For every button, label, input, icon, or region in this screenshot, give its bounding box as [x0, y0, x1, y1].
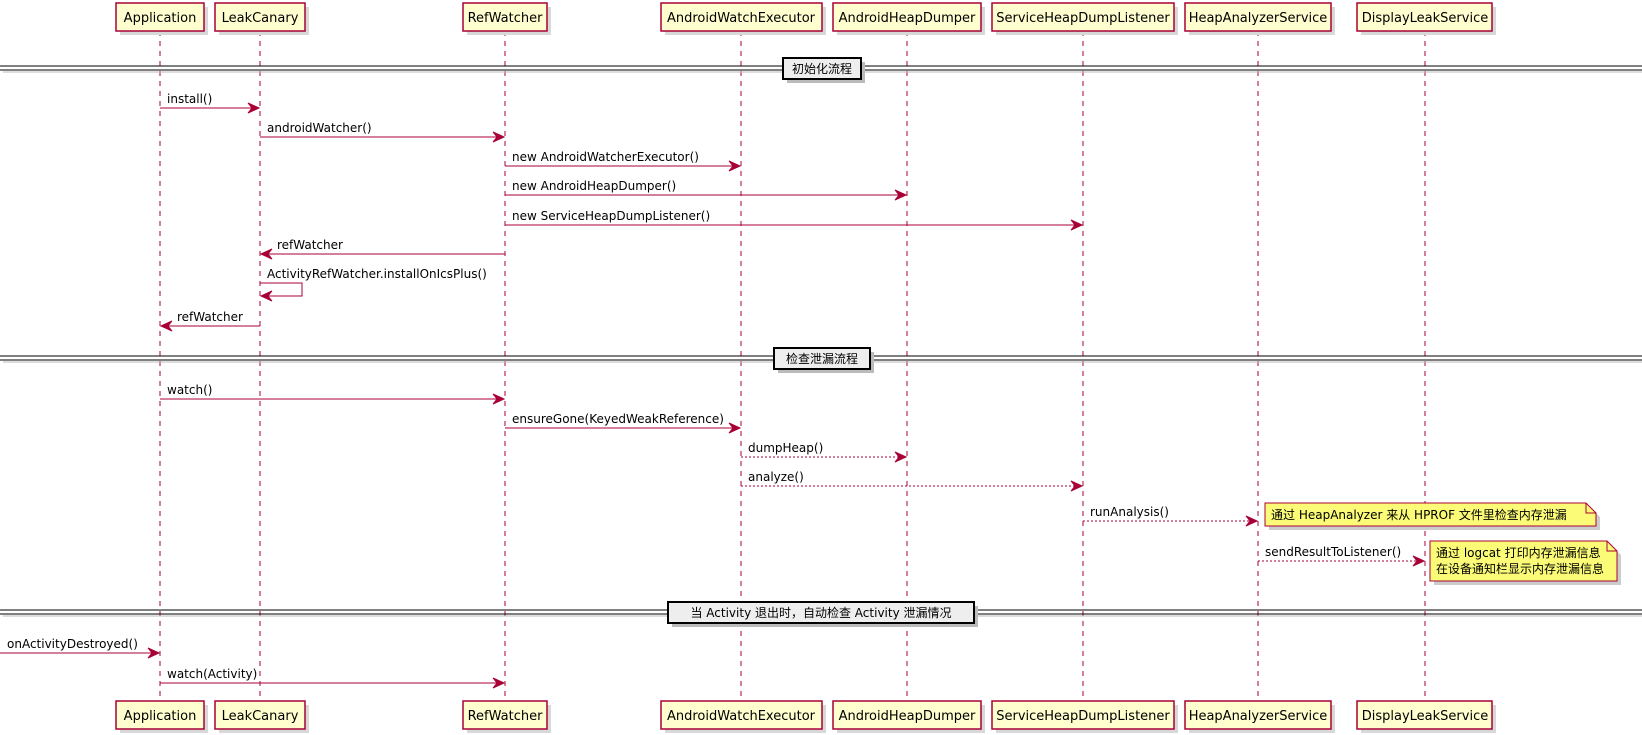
message[interactable]: dumpHeap(): [741, 441, 908, 463]
message-label: sendResultToListener(): [1265, 545, 1401, 559]
note: 通过 logcat 打印内存泄漏信息在设备通知栏显示内存泄漏信息: [1429, 540, 1621, 585]
participant-label: HeapAnalyzerService: [1189, 709, 1328, 724]
message[interactable]: analyze(): [741, 470, 1084, 492]
message[interactable]: sendResultToListener(): [1258, 545, 1426, 567]
section-divider: 当 Activity 退出时，自动检查 Activity 泄漏情况: [0, 601, 1642, 627]
message[interactable]: new AndroidWatcherExecutor(): [505, 150, 742, 172]
message-label: dumpHeap(): [748, 441, 823, 455]
participant-displayleakservice-bottom[interactable]: DisplayLeakService: [1356, 700, 1496, 733]
participant-label: RefWatcher: [468, 11, 543, 26]
participant-label: Application: [124, 11, 197, 26]
participants-bottom: Application LeakCanary RefWatcher AndroidWa…: [115, 700, 1496, 733]
divider-label: 检查泄漏流程: [786, 351, 858, 366]
note-text: 通过 logcat 打印内存泄漏信息: [1436, 545, 1601, 560]
message-label: androidWatcher(): [267, 121, 372, 135]
participants-top: Application LeakCanary RefWatcher AndroidWa…: [115, 2, 1496, 35]
participant-label: ServiceHeapDumpListener: [996, 709, 1170, 724]
participant-label: HeapAnalyzerService: [1189, 11, 1328, 26]
message[interactable]: onActivityDestroyed(): [0, 637, 161, 659]
participant-androidwatchexecutor-bottom[interactable]: AndroidWatchExecutor: [660, 700, 826, 733]
message-label: ActivityRefWatcher.installOnIcsPlus(): [267, 267, 487, 281]
message-label: analyze(): [748, 470, 804, 484]
message-label: refWatcher: [277, 238, 343, 252]
message-label: watch(Activity): [167, 667, 257, 681]
sequence-diagram: 初始化流程检查泄漏流程当 Activity 退出时，自动检查 Activity …: [0, 2, 1642, 733]
message-label: new AndroidWatcherExecutor(): [512, 150, 699, 164]
participant-label: AndroidWatchExecutor: [667, 11, 816, 26]
message-label: new AndroidHeapDumper(): [512, 179, 676, 193]
participant-label: AndroidHeapDumper: [839, 11, 976, 26]
participant-label: AndroidHeapDumper: [839, 709, 976, 724]
messages: install() androidWatcher() new AndroidWatc…: [0, 92, 1426, 689]
participant-label: ServiceHeapDumpListener: [996, 11, 1170, 26]
message[interactable]: refWatcher: [259, 238, 505, 260]
participant-label: DisplayLeakService: [1362, 11, 1488, 26]
message[interactable]: install(): [160, 92, 261, 114]
divider-label: 初始化流程: [792, 61, 852, 76]
message-label: new ServiceHeapDumpListener(): [512, 209, 710, 223]
participant-label: RefWatcher: [468, 709, 543, 724]
participant-androidheapdumper-top[interactable]: AndroidHeapDumper: [832, 2, 985, 35]
message[interactable]: watch(): [160, 383, 506, 405]
participant-application-bottom[interactable]: Application: [115, 700, 208, 733]
divider-label: 当 Activity 退出时，自动检查 Activity 泄漏情况: [690, 605, 951, 620]
participant-label: AndroidWatchExecutor: [667, 709, 816, 724]
participant-displayleakservice-top[interactable]: DisplayLeakService: [1356, 2, 1496, 35]
message-label: ensureGone(KeyedWeakReference): [512, 412, 724, 426]
participant-refwatcher-top[interactable]: RefWatcher: [462, 2, 551, 35]
message-label: runAnalysis(): [1090, 505, 1169, 519]
participant-label: LeakCanary: [222, 709, 299, 724]
message-label: install(): [167, 92, 212, 106]
participant-serviceheapdumplistener-top[interactable]: ServiceHeapDumpListener: [991, 2, 1178, 35]
participant-application-top[interactable]: Application: [115, 2, 208, 35]
message-label: watch(): [167, 383, 212, 397]
message-label: refWatcher: [177, 310, 243, 324]
participant-androidwatchexecutor-top[interactable]: AndroidWatchExecutor: [660, 2, 826, 35]
section-divider: 检查泄漏流程: [0, 347, 1642, 373]
participant-leakcanary-bottom[interactable]: LeakCanary: [214, 700, 309, 733]
message[interactable]: ensureGone(KeyedWeakReference): [505, 412, 742, 434]
participant-label: LeakCanary: [222, 11, 299, 26]
note-text: 通过 HeapAnalyzer 来从 HPROF 文件里检查内存泄漏: [1271, 507, 1567, 522]
dividers: 初始化流程检查泄漏流程当 Activity 退出时，自动检查 Activity …: [0, 57, 1642, 627]
participant-refwatcher-bottom[interactable]: RefWatcher: [462, 700, 551, 733]
message-label: onActivityDestroyed(): [7, 637, 138, 651]
participant-heapanalyzerservice-bottom[interactable]: HeapAnalyzerService: [1184, 700, 1335, 733]
participant-label: DisplayLeakService: [1362, 709, 1488, 724]
message[interactable]: runAnalysis(): [1083, 505, 1259, 527]
participant-leakcanary-top[interactable]: LeakCanary: [214, 2, 309, 35]
message[interactable]: new AndroidHeapDumper(): [505, 179, 908, 201]
message[interactable]: new ServiceHeapDumpListener(): [505, 209, 1084, 231]
participant-serviceheapdumplistener-bottom[interactable]: ServiceHeapDumpListener: [991, 700, 1178, 733]
message[interactable]: watch(Activity): [160, 667, 506, 689]
note: 通过 HeapAnalyzer 来从 HPROF 文件里检查内存泄漏: [1264, 502, 1600, 530]
message[interactable]: refWatcher: [159, 310, 260, 332]
arrow-head: [894, 451, 908, 463]
notes: 通过 HeapAnalyzer 来从 HPROF 文件里检查内存泄漏通过 log…: [1264, 502, 1621, 585]
arrow-head: [1070, 480, 1084, 492]
message[interactable]: androidWatcher(): [260, 121, 506, 143]
section-divider: 初始化流程: [0, 57, 1642, 83]
message[interactable]: ActivityRefWatcher.installOnIcsPlus(): [259, 267, 487, 302]
participant-androidheapdumper-bottom[interactable]: AndroidHeapDumper: [832, 700, 985, 733]
participant-label: Application: [124, 709, 197, 724]
note-text: 在设备通知栏显示内存泄漏信息: [1436, 561, 1604, 576]
participant-heapanalyzerservice-top[interactable]: HeapAnalyzerService: [1184, 2, 1335, 35]
